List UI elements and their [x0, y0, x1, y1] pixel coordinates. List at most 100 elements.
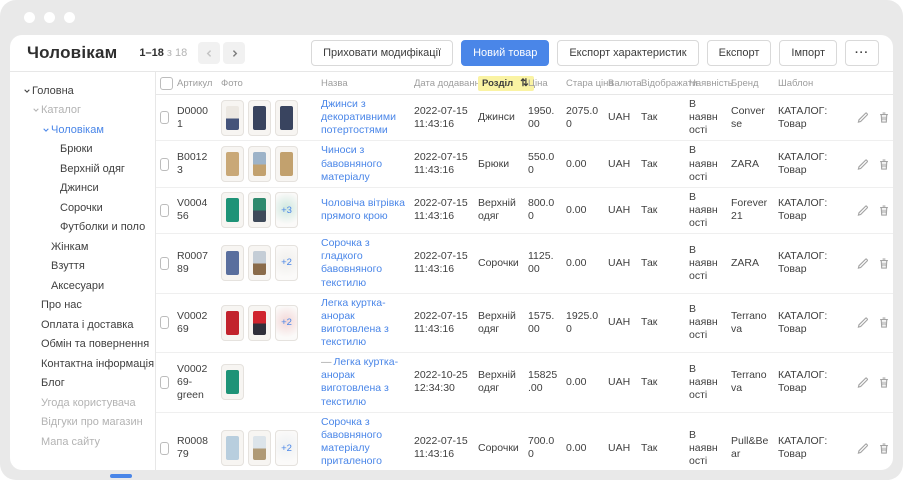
- sidebar-item[interactable]: Жінкам: [10, 237, 155, 257]
- product-photo[interactable]: [221, 430, 244, 466]
- product-photo[interactable]: [275, 100, 298, 136]
- window-control-dot[interactable]: [24, 12, 35, 23]
- product-photo[interactable]: [275, 146, 298, 182]
- date-cell-value: 2022-07-15 11:43:16: [414, 197, 468, 222]
- sidebar-item[interactable]: Верхній одяг: [10, 159, 155, 179]
- hide-modifications-button[interactable]: Приховати модифікації: [311, 40, 453, 66]
- old-price-cell: 0.00: [566, 158, 608, 171]
- edit-icon[interactable]: [856, 111, 869, 124]
- row-checkbox[interactable]: [160, 204, 169, 217]
- column-label[interactable]: Шаблон: [778, 78, 813, 89]
- sidebar-item[interactable]: Каталог: [10, 101, 155, 121]
- sidebar-item[interactable]: Аксесуари: [10, 276, 155, 296]
- row-checkbox[interactable]: [160, 111, 169, 124]
- product-link[interactable]: Чоловіча вітрівка прямого крою: [321, 197, 405, 222]
- delete-icon[interactable]: [878, 376, 890, 389]
- more-photos-badge[interactable]: +2: [275, 305, 298, 341]
- sidebar-item[interactable]: Футболки и поло: [10, 218, 155, 238]
- sidebar-item-label: Аксесуари: [51, 280, 104, 292]
- product-photo[interactable]: [248, 192, 271, 228]
- edit-icon[interactable]: [856, 316, 869, 329]
- more-photos-badge[interactable]: +3: [275, 192, 298, 228]
- product-photo[interactable]: [221, 305, 244, 341]
- edit-icon[interactable]: [856, 257, 869, 270]
- visible-cell-value: Так: [641, 158, 657, 170]
- modification-dash: —: [321, 356, 332, 368]
- window-control-dot[interactable]: [44, 12, 55, 23]
- delete-icon[interactable]: [878, 257, 890, 270]
- product-link[interactable]: Легка куртка-анорак виготовлена з тексти…: [321, 356, 398, 407]
- column-label[interactable]: Назва: [321, 78, 348, 89]
- row-checkbox[interactable]: [160, 257, 169, 270]
- brand-cell-value: Converse: [731, 105, 765, 130]
- next-page-button[interactable]: [223, 42, 245, 64]
- product-link[interactable]: Сорочка з бавовняного матеріалу притален…: [321, 416, 382, 470]
- template-cell-value: КАТАЛОГ: Товар: [778, 310, 827, 335]
- product-link[interactable]: Чиноси з бавовняного матеріалу: [321, 144, 382, 182]
- product-photo[interactable]: [248, 305, 271, 341]
- export-button[interactable]: Експорт: [707, 40, 772, 66]
- product-link[interactable]: Сорочка з гладкого бавовняного текстилю: [321, 237, 382, 288]
- edit-icon[interactable]: [856, 204, 869, 217]
- sidebar-item[interactable]: Про нас: [10, 296, 155, 316]
- sidebar-item[interactable]: Чоловікам: [10, 120, 155, 140]
- product-photo[interactable]: [221, 245, 244, 281]
- product-photo[interactable]: [221, 192, 244, 228]
- photos-cell: +2: [221, 245, 321, 281]
- import-button[interactable]: Імпорт: [779, 40, 837, 66]
- date-cell-value: 2022-07-15 11:43:16: [414, 435, 468, 460]
- sidebar-item[interactable]: Мапа сайту: [10, 432, 155, 452]
- delete-icon[interactable]: [878, 316, 890, 329]
- sorted-column-header[interactable]: Розділ⇅: [478, 76, 534, 91]
- more-photos-badge[interactable]: +2: [275, 430, 298, 466]
- previous-page-button[interactable]: [198, 42, 220, 64]
- row-checkbox[interactable]: [160, 442, 169, 455]
- product-photo[interactable]: [221, 146, 244, 182]
- visible-cell: Так: [641, 111, 689, 124]
- sidebar-item[interactable]: Оплата і доставка: [10, 315, 155, 335]
- sidebar-item[interactable]: Обмін та повернення: [10, 335, 155, 355]
- sidebar-item[interactable]: Сорочки: [10, 198, 155, 218]
- product-photo[interactable]: [248, 430, 271, 466]
- sidebar-item[interactable]: Джинси: [10, 179, 155, 199]
- product-link[interactable]: Легка куртка-анорак виготовлена з тексти…: [321, 297, 389, 348]
- window-control-dot[interactable]: [64, 12, 75, 23]
- product-photo[interactable]: [248, 146, 271, 182]
- row-checkbox[interactable]: [160, 316, 169, 329]
- sidebar-item[interactable]: Взуття: [10, 257, 155, 277]
- product-photo[interactable]: [248, 100, 271, 136]
- row-checkbox[interactable]: [160, 376, 169, 389]
- garment-shape: [226, 152, 239, 176]
- new-product-button[interactable]: Новий товар: [461, 40, 549, 66]
- column-label[interactable]: Артикул: [177, 78, 212, 89]
- edit-icon[interactable]: [856, 442, 869, 455]
- delete-icon[interactable]: [878, 111, 890, 124]
- sidebar-item[interactable]: Головна: [10, 81, 155, 101]
- column-label[interactable]: Ціна: [528, 78, 548, 89]
- select-all-checkbox[interactable]: [160, 77, 173, 90]
- sidebar-item-label: Обмін та повернення: [41, 338, 149, 350]
- column-label[interactable]: Стара ціна: [566, 78, 614, 89]
- more-actions-button[interactable]: ···: [845, 40, 879, 66]
- product-link[interactable]: Джинси з декоративними потертостями: [321, 98, 396, 136]
- edit-icon[interactable]: [856, 158, 869, 171]
- sidebar-item[interactable]: Відгуки про магазин: [10, 413, 155, 433]
- delete-icon[interactable]: [878, 442, 890, 455]
- product-photo[interactable]: [248, 245, 271, 281]
- edit-icon[interactable]: [856, 376, 869, 389]
- column-label[interactable]: Бренд: [731, 78, 759, 89]
- delete-icon[interactable]: [878, 158, 890, 171]
- export-characteristics-button[interactable]: Експорт характеристик: [557, 40, 698, 66]
- delete-icon[interactable]: [878, 204, 890, 217]
- sidebar-item[interactable]: Блог: [10, 374, 155, 394]
- sidebar-item[interactable]: Контактна інформація: [10, 354, 155, 374]
- column-label[interactable]: Валюта: [608, 78, 642, 89]
- product-photo[interactable]: [221, 364, 244, 400]
- sidebar-item[interactable]: Брюки: [10, 140, 155, 160]
- row-checkbox[interactable]: [160, 158, 169, 171]
- column-label[interactable]: Дата додавання: [414, 78, 485, 89]
- column-label[interactable]: Наявність: [689, 78, 733, 89]
- sidebar-item[interactable]: Угода користувача: [10, 393, 155, 413]
- product-photo[interactable]: [221, 100, 244, 136]
- more-photos-badge[interactable]: +2: [275, 245, 298, 281]
